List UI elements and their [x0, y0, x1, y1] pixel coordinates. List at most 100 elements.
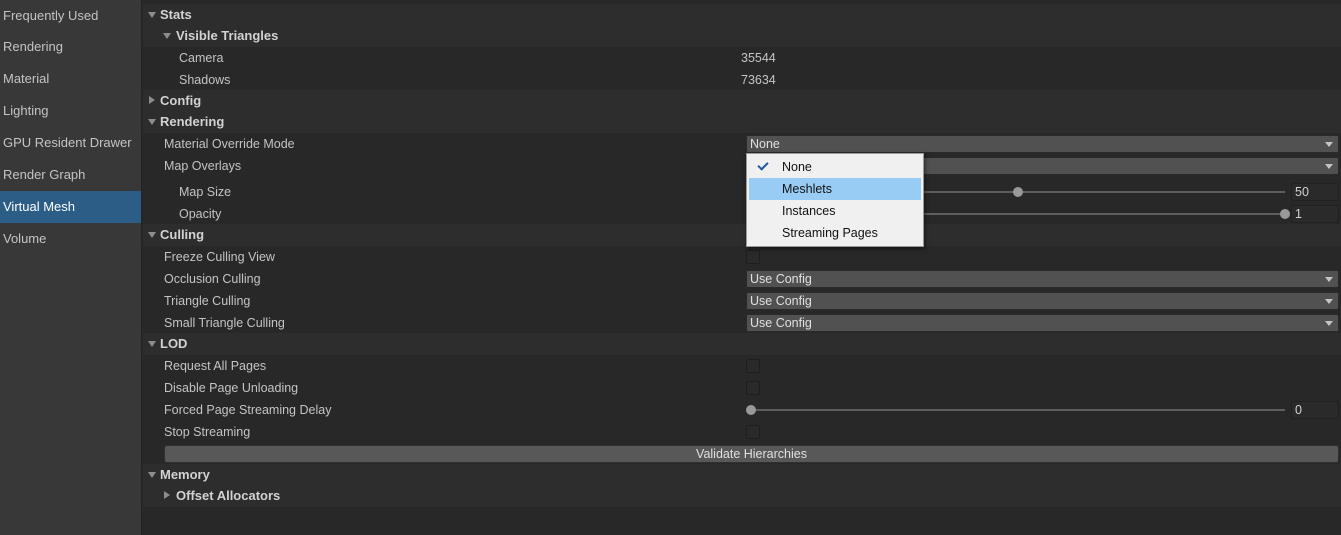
- map-size-slider-thumb[interactable]: [1013, 187, 1023, 197]
- stop-streaming-row: Stop Streaming: [143, 421, 1341, 443]
- foldout-collapsed-icon: [163, 485, 173, 507]
- forced-page-streaming-delay-field[interactable]: 0: [1291, 401, 1339, 419]
- small-triangle-culling-label: Small Triangle Culling: [164, 316, 285, 330]
- popup-option-none[interactable]: None: [749, 156, 921, 178]
- small-triangle-culling-dropdown[interactable]: Use Config: [746, 314, 1339, 332]
- opacity-field[interactable]: 1: [1291, 205, 1339, 223]
- popup-option-instances[interactable]: Instances: [749, 200, 921, 222]
- rendering-title: Rendering: [160, 114, 225, 129]
- forced-page-streaming-delay-row: Forced Page Streaming Delay 0: [143, 399, 1341, 421]
- sidebar-item-lighting[interactable]: Lighting: [0, 95, 141, 127]
- shadows-value: 73634: [741, 73, 776, 87]
- popup-option-label: Instances: [782, 204, 836, 218]
- sidebar-item-virtual-mesh[interactable]: Virtual Mesh: [0, 191, 141, 223]
- request-all-pages-checkbox[interactable]: [746, 359, 760, 373]
- foldout-expanded-icon: [148, 464, 158, 486]
- popup-option-label: None: [782, 160, 812, 174]
- material-override-mode-value: None: [750, 137, 780, 151]
- config-foldout[interactable]: Config: [143, 90, 1341, 112]
- small-triangle-culling-value: Use Config: [750, 316, 812, 330]
- culling-title: Culling: [160, 227, 205, 242]
- sidebar-item-material[interactable]: Material: [0, 63, 141, 95]
- rendering-foldout[interactable]: Rendering: [143, 111, 1341, 133]
- sidebar-item-gpu-resident-drawer[interactable]: GPU Resident Drawer: [0, 127, 141, 159]
- disable-page-unloading-row: Disable Page Unloading: [143, 377, 1341, 399]
- lod-foldout[interactable]: LOD: [143, 333, 1341, 355]
- sidebar: Frequently Used Rendering Material Light…: [0, 0, 142, 535]
- disable-page-unloading-checkbox[interactable]: [746, 381, 760, 395]
- memory-title: Memory: [160, 467, 210, 482]
- popup-option-meshlets[interactable]: Meshlets: [749, 178, 921, 200]
- sidebar-item-volume[interactable]: Volume: [0, 223, 141, 255]
- visible-triangles-foldout[interactable]: Visible Triangles: [143, 25, 1341, 47]
- freeze-culling-view-checkbox[interactable]: [746, 250, 760, 264]
- map-overlays-row: Map Overlays: [143, 155, 1341, 177]
- map-size-row: Map Size 50: [143, 181, 1341, 203]
- chevron-down-icon: [1325, 142, 1333, 147]
- small-triangle-culling-row: Small Triangle Culling Use Config: [143, 312, 1341, 334]
- chevron-down-icon: [1325, 321, 1333, 326]
- popup-option-label: Meshlets: [782, 182, 833, 196]
- sidebar-item-render-graph[interactable]: Render Graph: [0, 159, 141, 191]
- occlusion-culling-label: Occlusion Culling: [164, 272, 261, 286]
- triangle-culling-value: Use Config: [750, 294, 812, 308]
- foldout-expanded-icon: [163, 25, 173, 47]
- map-size-field[interactable]: 50: [1291, 183, 1339, 201]
- main-panel: Stats Visible Triangles Camera 35544 Sha…: [143, 0, 1341, 535]
- memory-foldout[interactable]: Memory: [143, 464, 1341, 486]
- foldout-expanded-icon: [148, 4, 158, 26]
- lod-title: LOD: [160, 336, 188, 351]
- opacity-label: Opacity: [179, 207, 222, 221]
- triangle-culling-row: Triangle Culling Use Config: [143, 290, 1341, 312]
- offset-allocators-foldout[interactable]: Offset Allocators: [143, 485, 1341, 507]
- map-size-label: Map Size: [179, 185, 232, 199]
- visible-triangles-title: Visible Triangles: [176, 28, 279, 43]
- map-overlays-label: Map Overlays: [164, 159, 242, 173]
- opacity-row: Opacity 1: [143, 203, 1341, 225]
- popup-option-label: Streaming Pages: [782, 226, 878, 240]
- freeze-culling-view-row: Freeze Culling View: [143, 246, 1341, 268]
- material-override-mode-label: Material Override Mode: [164, 137, 295, 151]
- forced-page-streaming-delay-slider-thumb[interactable]: [746, 405, 756, 415]
- chevron-down-icon: [1325, 164, 1333, 169]
- material-override-mode-dropdown[interactable]: None: [746, 135, 1339, 153]
- validate-row: Validate Hierarchies: [143, 443, 1341, 465]
- culling-foldout[interactable]: Culling: [143, 224, 1341, 246]
- material-override-mode-row: Material Override Mode None: [143, 133, 1341, 155]
- occlusion-culling-dropdown[interactable]: Use Config: [746, 270, 1339, 288]
- triangle-culling-label: Triangle Culling: [164, 294, 251, 308]
- popup-option-streaming-pages[interactable]: Streaming Pages: [749, 222, 921, 244]
- foldout-expanded-icon: [148, 111, 158, 133]
- chevron-down-icon: [1325, 299, 1333, 304]
- checkmark-icon: [757, 159, 769, 171]
- freeze-culling-view-label: Freeze Culling View: [164, 250, 275, 264]
- sidebar-item-rendering[interactable]: Rendering: [0, 31, 141, 63]
- stats-foldout[interactable]: Stats: [143, 4, 1341, 26]
- stop-streaming-checkbox[interactable]: [746, 425, 760, 439]
- occlusion-culling-row: Occlusion Culling Use Config: [143, 268, 1341, 290]
- request-all-pages-row: Request All Pages: [143, 355, 1341, 377]
- chevron-down-icon: [1325, 277, 1333, 282]
- shadows-row: Shadows 73634: [143, 69, 1341, 91]
- stop-streaming-label: Stop Streaming: [164, 425, 251, 439]
- disable-page-unloading-label: Disable Page Unloading: [164, 381, 299, 395]
- offset-allocators-title: Offset Allocators: [176, 488, 281, 503]
- triangle-culling-dropdown[interactable]: Use Config: [746, 292, 1339, 310]
- validate-hierarchies-button[interactable]: Validate Hierarchies: [164, 445, 1339, 463]
- camera-row: Camera 35544: [143, 47, 1341, 69]
- camera-label: Camera: [179, 51, 224, 65]
- config-title: Config: [160, 93, 202, 108]
- material-override-mode-popup: None Meshlets Instances Streaming Pages: [746, 153, 924, 247]
- stats-title: Stats: [160, 7, 192, 22]
- foldout-collapsed-icon: [148, 90, 158, 112]
- sidebar-item-frequently-used[interactable]: Frequently Used: [0, 0, 141, 32]
- shadows-label: Shadows: [179, 73, 231, 87]
- request-all-pages-label: Request All Pages: [164, 359, 267, 373]
- camera-value: 35544: [741, 51, 776, 65]
- forced-page-streaming-delay-label: Forced Page Streaming Delay: [164, 403, 332, 417]
- foldout-expanded-icon: [148, 333, 158, 355]
- foldout-expanded-icon: [148, 224, 158, 246]
- opacity-slider-thumb[interactable]: [1280, 209, 1290, 219]
- forced-page-streaming-delay-slider-track[interactable]: [751, 409, 1285, 411]
- occlusion-culling-value: Use Config: [750, 272, 812, 286]
